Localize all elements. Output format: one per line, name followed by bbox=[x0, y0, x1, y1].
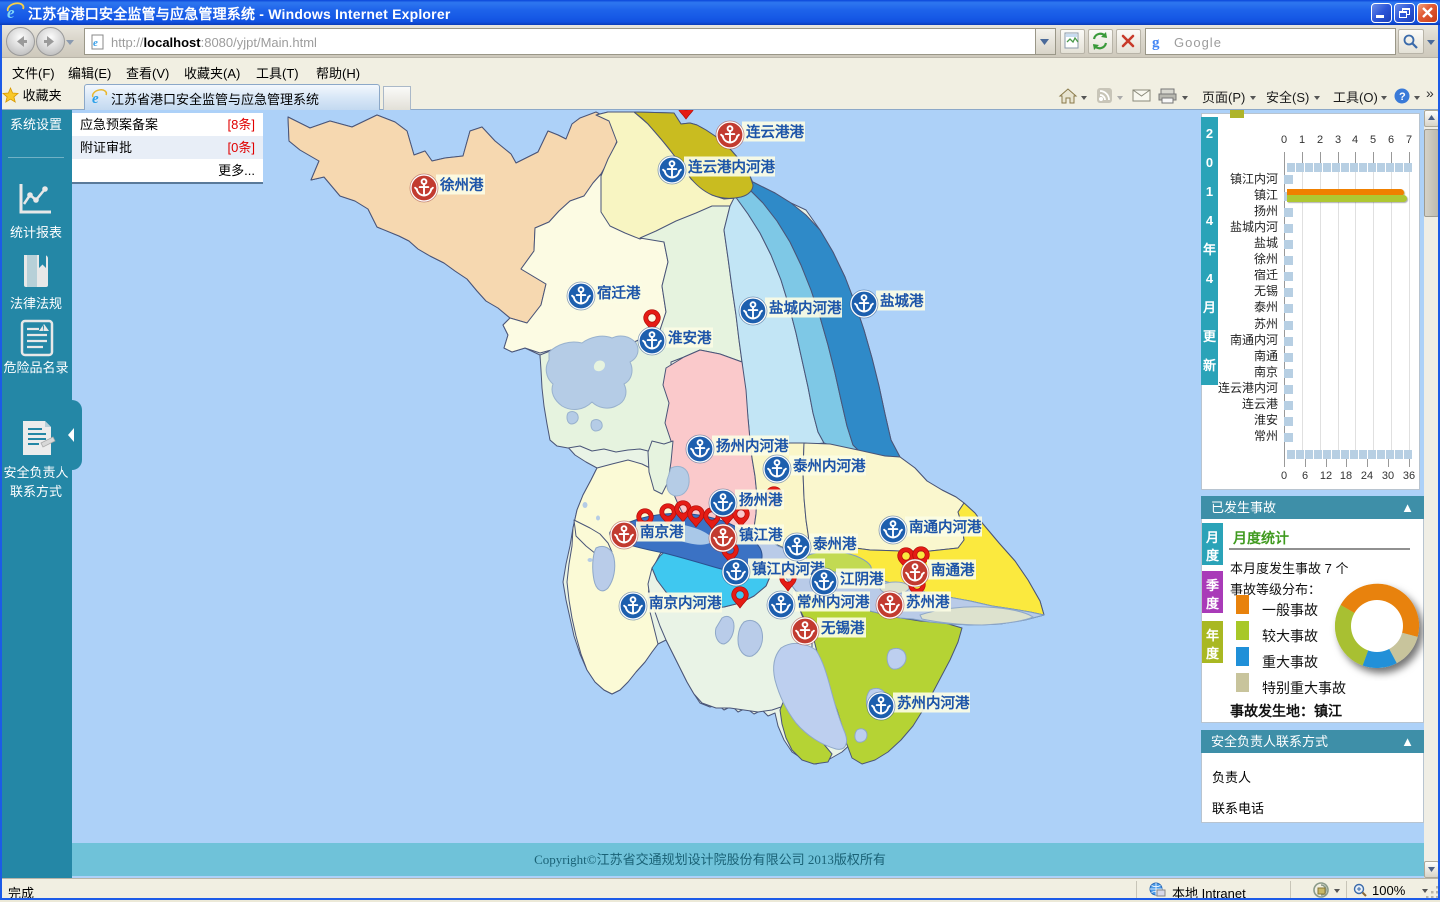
svg-text:南通港: 南通港 bbox=[931, 561, 975, 579]
svg-text:连云港内河港: 连云港内河港 bbox=[688, 158, 775, 176]
svg-text:!: ! bbox=[42, 326, 44, 333]
svg-text:盐城港: 盐城港 bbox=[880, 292, 924, 310]
svg-text:泰州内河港: 泰州内河港 bbox=[793, 457, 866, 475]
svg-text:徐州港: 徐州港 bbox=[439, 176, 484, 194]
svg-text:南通内河港: 南通内河港 bbox=[909, 518, 982, 536]
svg-text:连云港港: 连云港港 bbox=[746, 123, 804, 141]
svg-text:盐城内河港: 盐城内河港 bbox=[769, 299, 842, 317]
svg-text:?: ? bbox=[1399, 91, 1406, 103]
svg-text:常州内河港: 常州内河港 bbox=[797, 593, 870, 611]
svg-text:扬州内河港: 扬州内河港 bbox=[716, 437, 789, 455]
svg-text:苏州内河港: 苏州内河港 bbox=[897, 694, 970, 712]
svg-text:淮安港: 淮安港 bbox=[668, 329, 712, 347]
svg-text:南京内河港: 南京内河港 bbox=[649, 594, 722, 612]
svg-text:e: e bbox=[93, 37, 98, 49]
svg-text:无锡港: 无锡港 bbox=[821, 619, 865, 637]
svg-text:扬州港: 扬州港 bbox=[739, 491, 783, 509]
svg-text:苏州港: 苏州港 bbox=[906, 593, 950, 611]
svg-text:泰州港: 泰州港 bbox=[813, 535, 857, 553]
svg-text:g: g bbox=[1152, 35, 1160, 50]
svg-text:宿迁港: 宿迁港 bbox=[597, 284, 641, 302]
svg-text:镇江港: 镇江港 bbox=[739, 526, 783, 544]
svg-text:南京港: 南京港 bbox=[640, 523, 684, 541]
svg-text:江阴港: 江阴港 bbox=[840, 570, 884, 588]
